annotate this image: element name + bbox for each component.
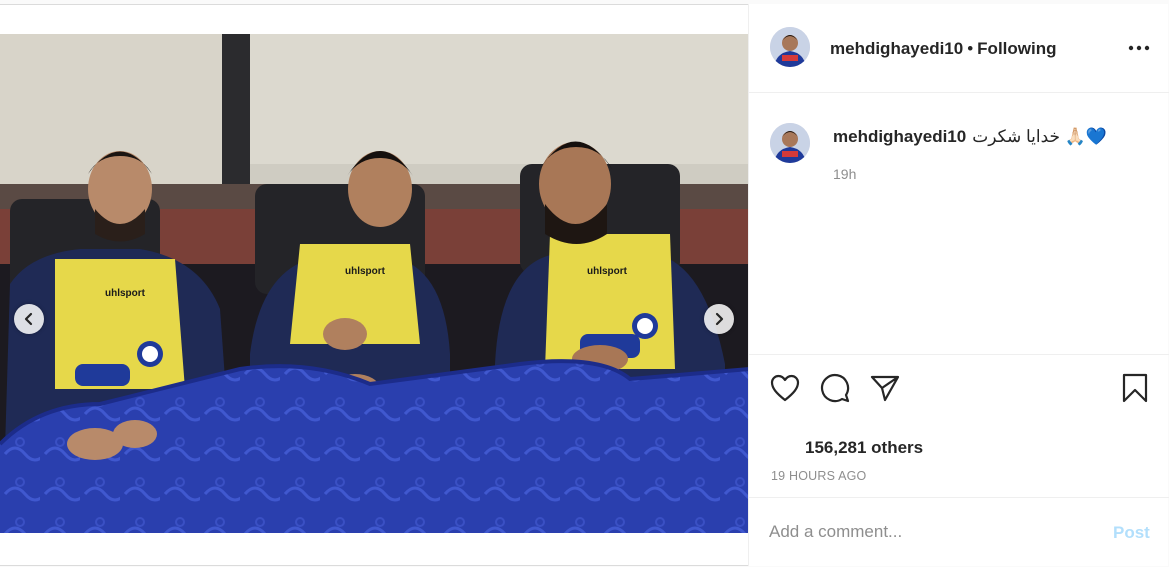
action-bar xyxy=(749,370,1169,406)
username-link[interactable]: mehdighayedi10 xyxy=(830,39,963,58)
caption-avatar[interactable] xyxy=(770,123,810,163)
share-button[interactable] xyxy=(867,370,903,406)
avatar[interactable] xyxy=(770,27,810,67)
carousel-next-button[interactable] xyxy=(704,304,734,334)
chevron-right-icon xyxy=(715,312,724,326)
add-comment-section: Post xyxy=(749,497,1169,566)
jersey-brand-3: uhlsport xyxy=(587,266,628,277)
comment-button[interactable] xyxy=(817,370,853,406)
instagram-post-page: uhlsport uhlsport uhlsport mehdighayedi1… xyxy=(0,0,1169,567)
jersey-brand-1: uhlsport xyxy=(105,288,146,299)
save-button[interactable] xyxy=(1117,370,1153,406)
post-photo[interactable]: uhlsport uhlsport uhlsport xyxy=(0,34,748,533)
ellipsis-icon xyxy=(1128,45,1150,51)
post-sidebar: mehdighayedi10 • Following mehdighayedi1… xyxy=(748,4,1169,566)
bookmark-icon xyxy=(1122,373,1148,403)
carousel-prev-button[interactable] xyxy=(14,304,44,334)
likes-count[interactable]: 156,281 others xyxy=(805,438,923,458)
post-timestamp[interactable]: 19 HOURS AGO xyxy=(771,469,867,483)
caption: mehdighayedi10 خدایا شکرت 🙏🏻💙 xyxy=(833,127,1107,147)
header-username-row: mehdighayedi10 • Following xyxy=(830,39,1057,59)
share-icon xyxy=(870,375,900,402)
caption-section: mehdighayedi10 خدایا شکرت 🙏🏻💙 19h xyxy=(749,93,1169,355)
like-button[interactable] xyxy=(767,370,803,406)
jersey-brand-2: uhlsport xyxy=(345,266,386,277)
post-comment-button[interactable]: Post xyxy=(1113,523,1150,543)
more-options-button[interactable] xyxy=(1127,36,1151,60)
heart-icon xyxy=(770,374,800,402)
caption-time[interactable]: 19h xyxy=(833,166,856,182)
separator-dot: • xyxy=(967,39,974,58)
comment-icon xyxy=(821,374,850,403)
post-header: mehdighayedi10 • Following xyxy=(749,4,1169,93)
photo-illustration: uhlsport uhlsport uhlsport xyxy=(0,34,748,533)
chevron-left-icon xyxy=(24,312,33,326)
following-button[interactable]: Following xyxy=(977,39,1056,58)
caption-username[interactable]: mehdighayedi10 xyxy=(833,127,966,146)
comment-input[interactable] xyxy=(769,518,1069,546)
caption-text: خدایا شکرت 🙏🏻💙 xyxy=(972,127,1108,146)
